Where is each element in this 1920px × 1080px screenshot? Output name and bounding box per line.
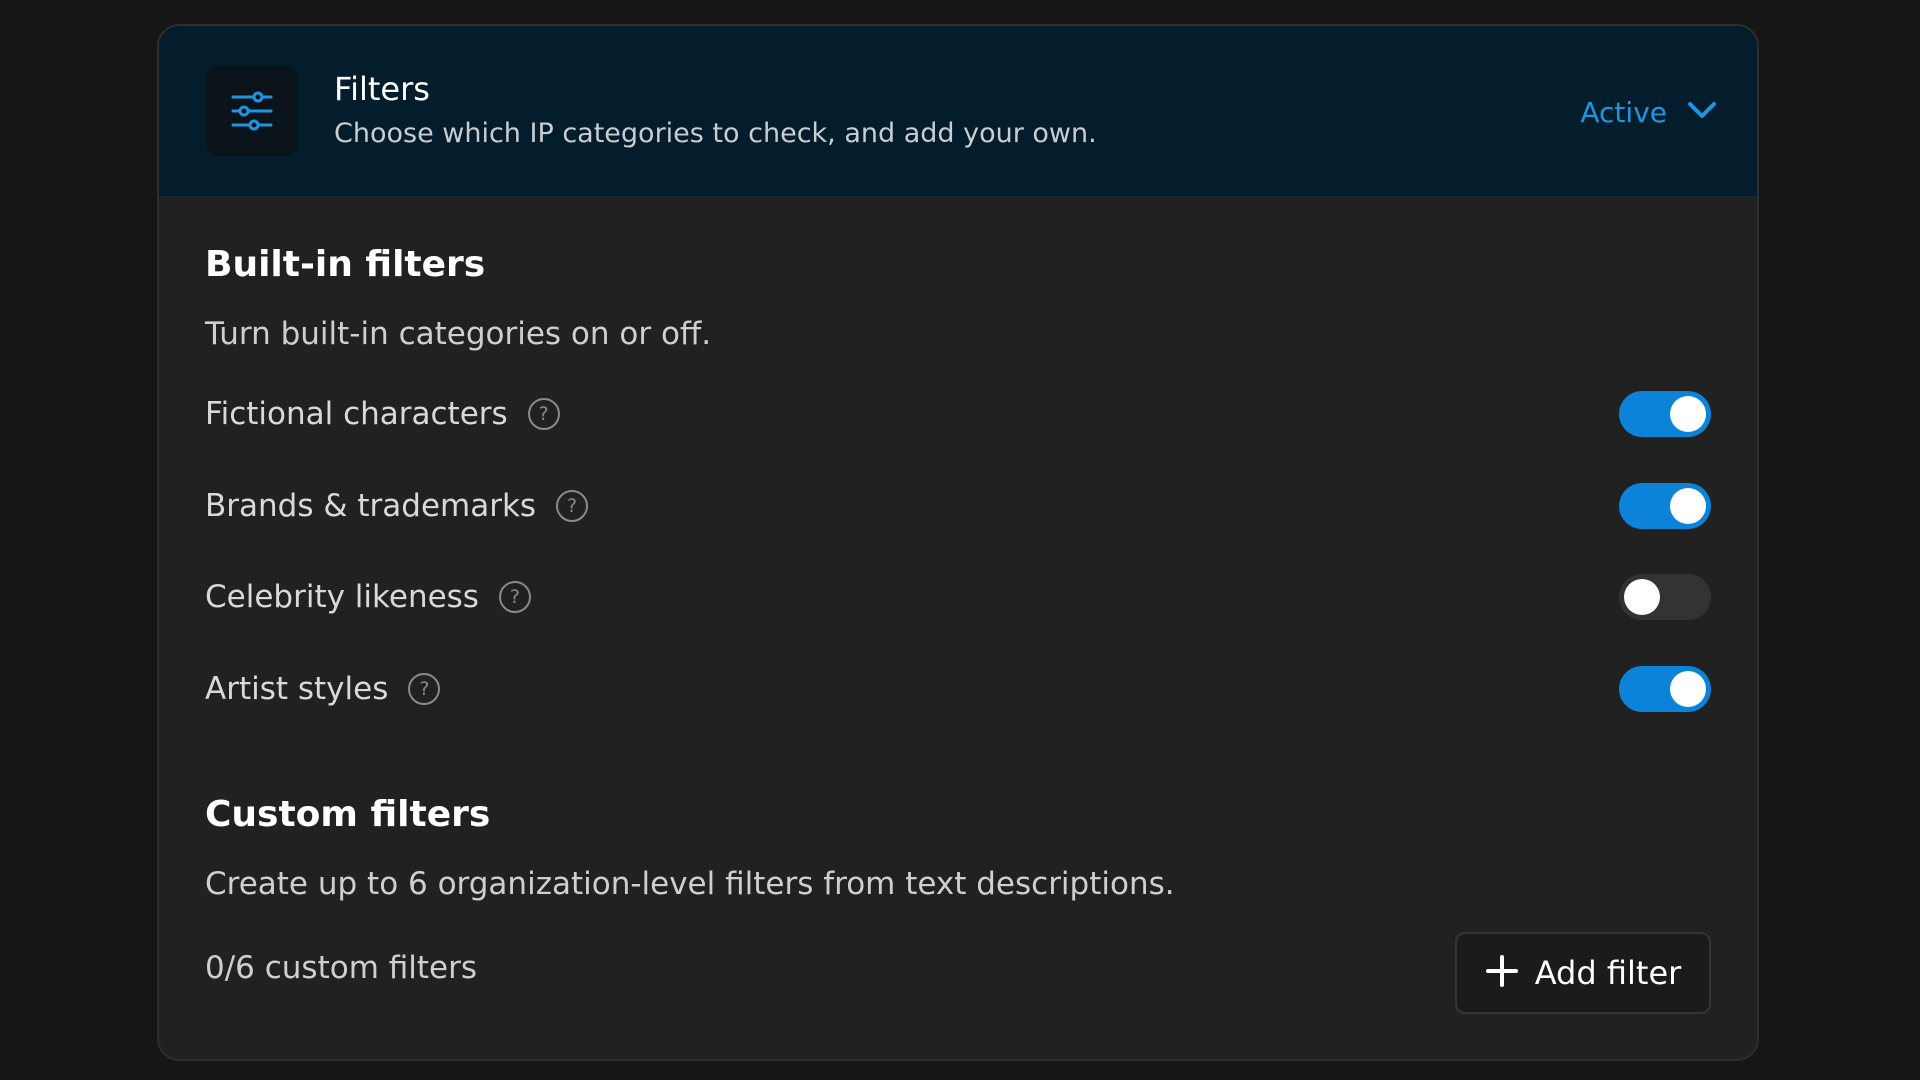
- toggle-celebrity-likeness[interactable]: [1619, 574, 1711, 620]
- builtin-filters-description: Turn built-in categories on or off.: [205, 316, 712, 352]
- custom-filters-desc-wrap: Create up to 6 organization-level filter…: [205, 866, 1711, 902]
- status-label: Active: [1580, 95, 1667, 129]
- toggle-artist-styles[interactable]: [1619, 666, 1711, 712]
- card-subtitle: Choose which IP categories to check, and…: [334, 118, 1097, 149]
- status-dropdown[interactable]: Active: [1580, 90, 1717, 134]
- toggle-knob: [1624, 579, 1660, 615]
- help-icon[interactable]: ?: [527, 398, 560, 430]
- custom-filters-footer: 0/6 custom filters Add filter: [205, 932, 1711, 1018]
- chevron-down-icon: [1687, 100, 1717, 124]
- builtin-filters-title: Built-in filters: [205, 244, 486, 285]
- help-icon[interactable]: ?: [408, 673, 441, 705]
- custom-filter-count: 0/6 custom filters: [205, 950, 478, 986]
- builtin-filter-list: Fictional characters ? Brands & trademar…: [205, 384, 1711, 784]
- filter-label: Celebrity likeness: [205, 579, 479, 615]
- filters-card: Filters Choose which IP categories to ch…: [157, 24, 1759, 1061]
- custom-filters-description: Create up to 6 organization-level filter…: [205, 866, 1175, 902]
- filter-label: Fictional characters: [205, 396, 508, 432]
- filter-label: Brands & trademarks: [205, 488, 537, 524]
- add-filter-button[interactable]: Add filter: [1455, 932, 1711, 1014]
- toggle-knob: [1670, 671, 1706, 707]
- toggle-brands-trademarks[interactable]: [1619, 483, 1711, 529]
- toggle-knob: [1670, 396, 1706, 432]
- filter-row-fictional-characters: Fictional characters ?: [205, 384, 1711, 444]
- toggle-fictional-characters[interactable]: [1619, 391, 1711, 437]
- builtin-filters-section: Built-in filters: [205, 244, 1711, 285]
- filter-row-artist-styles: Artist styles ?: [205, 659, 1711, 719]
- builtin-filters-desc-wrap: Turn built-in categories on or off.: [205, 316, 1711, 352]
- card-title: Filters: [334, 70, 430, 108]
- help-icon[interactable]: ?: [498, 581, 531, 613]
- filter-label: Artist styles: [205, 671, 389, 707]
- add-filter-label: Add filter: [1534, 954, 1682, 992]
- custom-filters-title: Custom filters: [205, 794, 491, 835]
- plus-icon: [1485, 954, 1519, 992]
- custom-filters-section: Custom filters: [205, 794, 1711, 835]
- filter-row-brands-trademarks: Brands & trademarks ?: [205, 476, 1711, 536]
- filters-card-header[interactable]: Filters Choose which IP categories to ch…: [159, 26, 1757, 198]
- sliders-icon: [206, 66, 298, 156]
- filter-row-celebrity-likeness: Celebrity likeness ?: [205, 567, 1711, 627]
- help-icon[interactable]: ?: [556, 490, 589, 522]
- toggle-knob: [1670, 488, 1706, 524]
